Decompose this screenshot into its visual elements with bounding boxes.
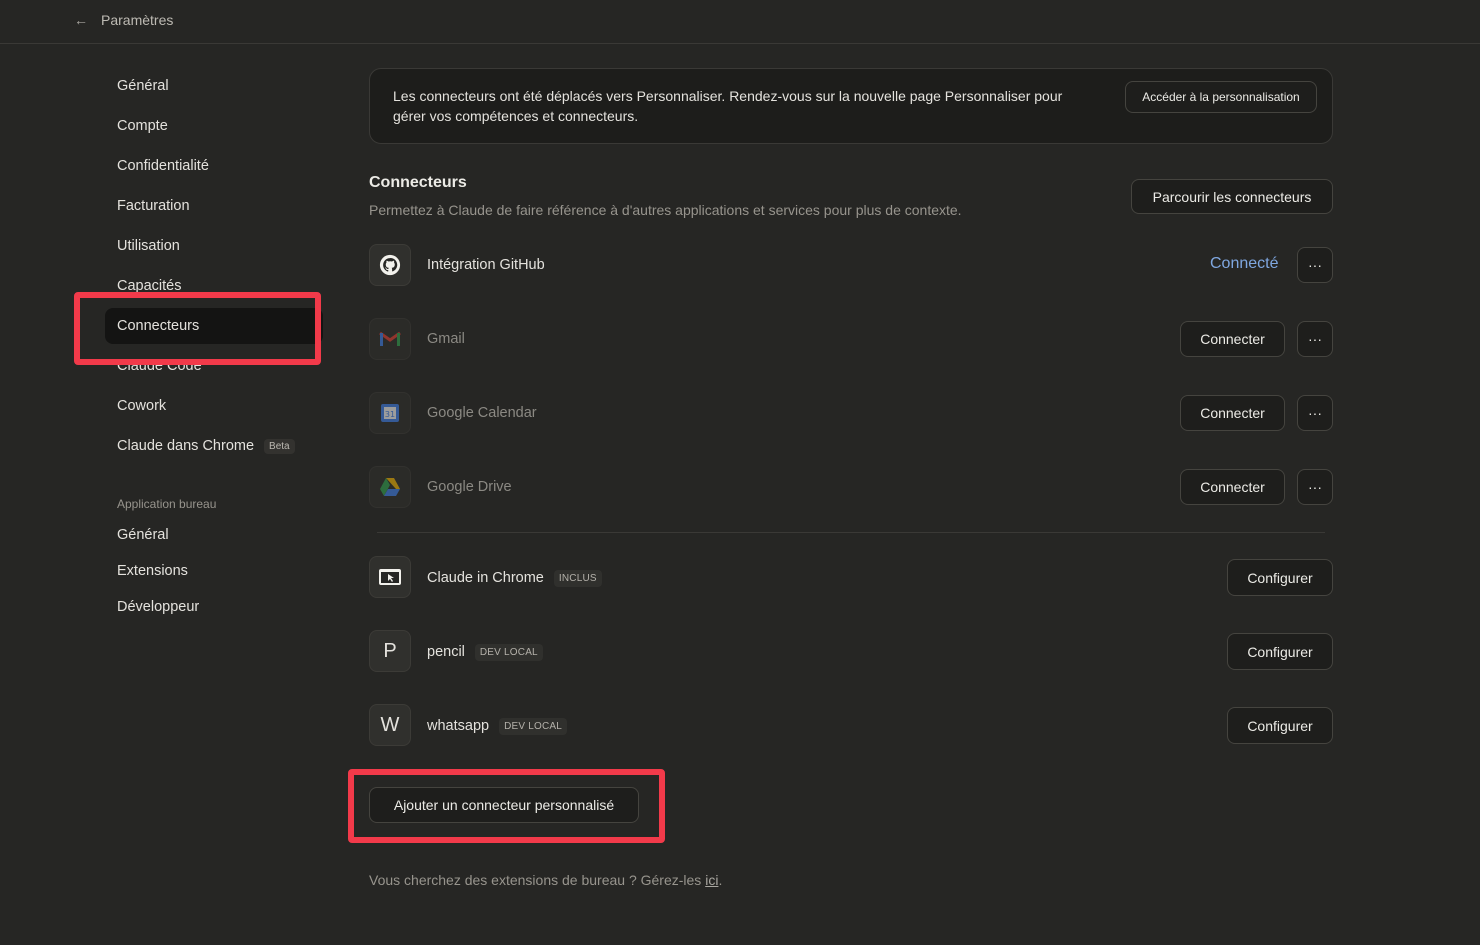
sidebar-item-desktop-general[interactable]: Général xyxy=(105,517,323,553)
dev-local-tag: DEV LOCAL xyxy=(474,643,543,661)
connector-name-gmail: Gmail xyxy=(427,329,465,349)
dev-local-tag: DEV LOCAL xyxy=(499,717,568,735)
sidebar-item-label: Confidentialité xyxy=(117,158,209,174)
drive-more-button[interactable]: ··· xyxy=(1297,469,1333,505)
sidebar-item-label: Capacités xyxy=(117,278,182,294)
gmail-connect-button[interactable]: Connecter xyxy=(1180,321,1285,357)
connected-status: Connecté xyxy=(1210,255,1279,272)
github-icon xyxy=(369,244,411,286)
connector-name-google-drive: Google Drive xyxy=(427,477,512,497)
sidebar-item-developer[interactable]: Développeur xyxy=(105,589,323,625)
sidebar-item-account[interactable]: Compte xyxy=(105,108,323,144)
gmail-more-button[interactable]: ··· xyxy=(1297,321,1333,357)
page-title: Paramètres xyxy=(101,12,174,28)
connector-name-whatsapp: whatsapp DEV LOCAL xyxy=(427,716,568,736)
google-drive-icon xyxy=(369,466,411,508)
sidebar-item-privacy[interactable]: Confidentialité xyxy=(105,148,323,184)
connectors-title: Connecteurs xyxy=(369,174,467,191)
sidebar-item-label: Extensions xyxy=(117,563,188,579)
letter-avatar: P xyxy=(383,639,397,662)
connector-label: Google Drive xyxy=(427,479,512,495)
sidebar-item-label: Connecteurs xyxy=(117,318,200,334)
gmail-icon xyxy=(369,318,411,360)
calendar-connect-button[interactable]: Connecter xyxy=(1180,395,1285,431)
github-more-button[interactable]: ··· xyxy=(1297,247,1333,283)
sidebar-item-label: Utilisation xyxy=(117,238,180,254)
sidebar-item-extensions[interactable]: Extensions xyxy=(105,553,323,589)
desktop-section-title: Application bureau xyxy=(117,497,217,511)
manage-extensions-link[interactable]: ici xyxy=(705,872,718,888)
banner-text: Les connecteurs ont été déplacés vers Pe… xyxy=(393,88,1063,124)
sidebar-item-label: Facturation xyxy=(117,198,190,214)
svg-text:31: 31 xyxy=(385,410,395,419)
list-divider xyxy=(377,532,1325,533)
included-tag: INCLUS xyxy=(553,569,602,587)
pencil-letter-icon: P xyxy=(369,630,411,672)
go-to-customize-button[interactable]: Accéder à la personnalisation xyxy=(1125,81,1317,113)
calendar-more-button[interactable]: ··· xyxy=(1297,395,1333,431)
whatsapp-letter-icon: W xyxy=(369,704,411,746)
sidebar-item-billing[interactable]: Facturation xyxy=(105,188,323,224)
claude-in-chrome-icon xyxy=(369,556,411,598)
sidebar-item-label: Cowork xyxy=(117,398,167,414)
connectors-subtitle: Permettez à Claude de faire référence à … xyxy=(369,202,962,218)
sidebar-item-label: Compte xyxy=(117,118,168,134)
connector-name-claude-in-chrome: Claude in Chrome INCLUS xyxy=(427,568,602,588)
connector-name-google-calendar: Google Calendar xyxy=(427,403,537,423)
connector-label: Intégration GitHub xyxy=(427,257,545,273)
sidebar-item-usage[interactable]: Utilisation xyxy=(105,228,323,264)
pencil-configure-button[interactable]: Configurer xyxy=(1227,633,1333,670)
whatsapp-configure-button[interactable]: Configurer xyxy=(1227,707,1333,744)
footer-label: Vous cherchez des extensions de bureau ?… xyxy=(369,872,706,888)
footer-period: . xyxy=(718,872,723,888)
sidebar-item-general[interactable]: Général xyxy=(105,68,323,104)
drive-connect-button[interactable]: Connecter xyxy=(1180,469,1285,505)
sidebar-item-connectors[interactable]: Connecteurs xyxy=(105,308,323,344)
add-custom-connector-button[interactable]: Ajouter un connecteur personnalisé xyxy=(369,787,639,823)
chrome-configure-button[interactable]: Configurer xyxy=(1227,559,1333,596)
google-calendar-icon: 31 xyxy=(369,392,411,434)
sidebar-item-label: Claude Code xyxy=(117,358,202,374)
connector-label: Gmail xyxy=(427,331,465,347)
connector-label: Google Calendar xyxy=(427,405,537,421)
browse-connectors-button[interactable]: Parcourir les connecteurs xyxy=(1131,179,1333,214)
footer-text: Vous cherchez des extensions de bureau ?… xyxy=(369,872,722,888)
sidebar-item-label: Général xyxy=(117,527,169,543)
connector-name-github: Intégration GitHub xyxy=(427,255,545,275)
back-arrow-icon[interactable]: ← xyxy=(74,12,88,28)
beta-badge: Beta xyxy=(264,438,295,454)
connector-label: pencil xyxy=(427,644,465,660)
sidebar-item-capabilities[interactable]: Capacités xyxy=(105,268,323,304)
sidebar-item-label: Claude dans Chrome xyxy=(117,438,255,454)
top-bar: ← Paramètres xyxy=(0,0,1480,44)
sidebar-item-cowork[interactable]: Cowork xyxy=(105,388,323,424)
connector-label: whatsapp xyxy=(427,718,490,734)
connector-label: Claude in Chrome xyxy=(427,570,544,586)
sidebar-item-label: Général xyxy=(117,78,169,94)
sidebar-item-label: Développeur xyxy=(117,599,200,615)
moved-banner: Les connecteurs ont été déplacés vers Pe… xyxy=(369,68,1333,144)
sidebar-item-claude-code[interactable]: Claude Code xyxy=(105,348,323,384)
letter-avatar: W xyxy=(380,713,400,736)
connector-name-pencil: pencil DEV LOCAL xyxy=(427,642,543,662)
sidebar-item-claude-in-chrome[interactable]: Claude dans Chrome Beta xyxy=(105,428,323,464)
